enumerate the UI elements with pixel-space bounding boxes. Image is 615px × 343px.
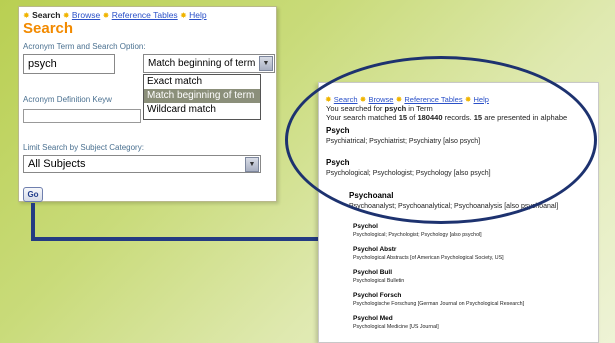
star-icon: ✸	[180, 11, 187, 20]
result-definition: Psychological; Psychologist; Psychology …	[353, 232, 482, 238]
definition-label: Acronym Definition Keyw	[23, 95, 112, 104]
option-match-beginning[interactable]: Match beginning of term	[144, 89, 260, 103]
nav-reference-tables-link[interactable]: Reference Tables	[112, 10, 178, 20]
search-panel: ✸ Search ✸ Browse ✸ Reference Tables ✸ H…	[18, 6, 277, 202]
star-icon: ✸	[102, 11, 110, 20]
result-term[interactable]: Psychol Forsch	[353, 292, 401, 299]
star-icon: ✸	[23, 11, 30, 20]
nav-bar: ✸ Search ✸ Browse ✸ Reference Tables ✸ H…	[23, 10, 207, 20]
star-icon: ✸	[62, 11, 70, 20]
definition-input[interactable]	[23, 109, 141, 123]
result-definition: Psychological Medicine [US Journal]	[353, 324, 439, 330]
option-wildcard-match[interactable]: Wildcard match	[144, 103, 260, 117]
option-exact-match[interactable]: Exact match	[144, 75, 260, 89]
search-option-value: Match beginning of term	[148, 58, 256, 69]
result-term[interactable]: Psychol Bull	[353, 269, 392, 276]
page-title: Search	[23, 20, 74, 37]
highlight-ellipse	[285, 56, 597, 224]
chevron-down-icon[interactable]: ▼	[259, 56, 273, 71]
go-button[interactable]: Go	[23, 187, 43, 202]
result-term[interactable]: Psychol Med	[353, 315, 393, 322]
subject-select[interactable]: All Subjects ▼	[23, 155, 261, 173]
result-term[interactable]: Psychol	[353, 223, 378, 230]
connector-line	[31, 203, 35, 241]
result-definition: Psychological Bulletin	[353, 278, 405, 284]
search-option-list: Exact match Match beginning of term Wild…	[143, 74, 261, 120]
search-option-select[interactable]: Match beginning of term ▼	[143, 54, 275, 73]
nav-search[interactable]: Search	[32, 10, 60, 20]
connector-line	[31, 237, 324, 241]
result-definition: Psychologische Forschung [German Journal…	[353, 301, 525, 307]
result-definition: Psychological Abstracts [of American Psy…	[353, 255, 504, 261]
term-label: Acronym Term and Search Option:	[23, 42, 146, 51]
subject-value: All Subjects	[28, 158, 86, 170]
term-input[interactable]: psych	[23, 54, 115, 74]
nav-help-link[interactable]: Help	[189, 10, 206, 20]
subject-label: Limit Search by Subject Category:	[23, 143, 144, 152]
chevron-down-icon[interactable]: ▼	[245, 157, 259, 172]
result-term[interactable]: Psychol Abstr	[353, 246, 396, 253]
nav-browse-link[interactable]: Browse	[72, 10, 100, 20]
